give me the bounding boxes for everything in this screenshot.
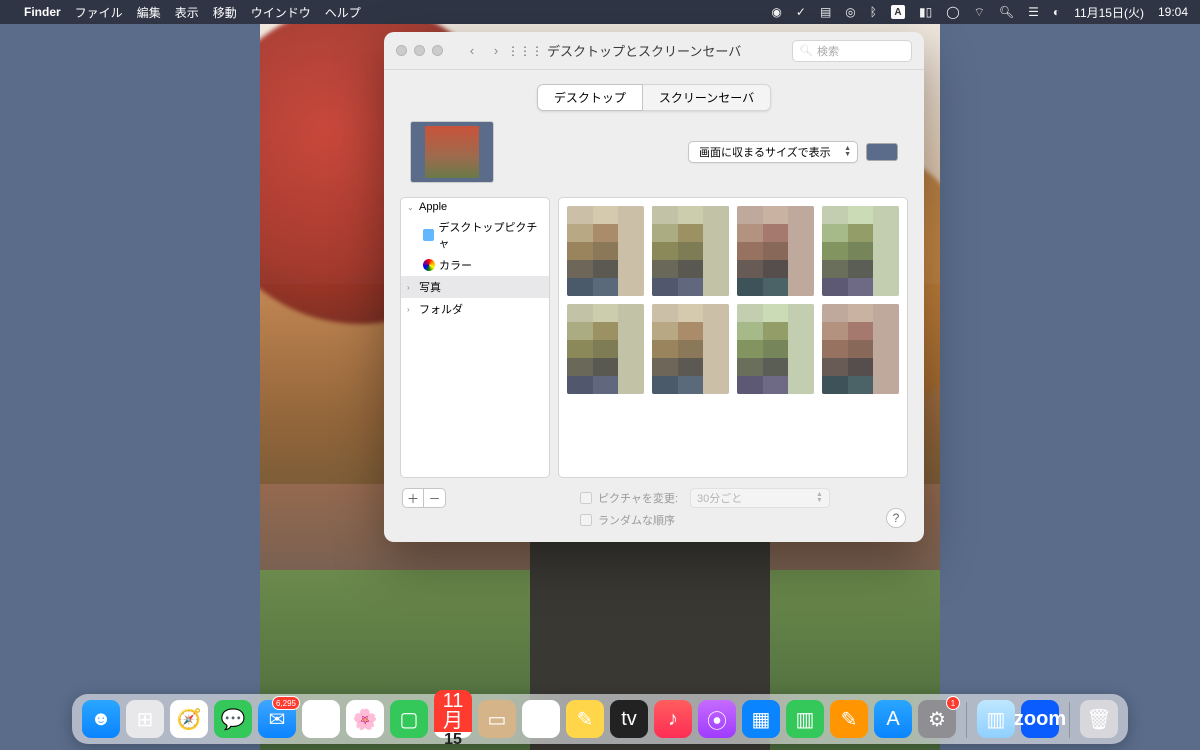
dock-safari[interactable]: 🧭 [170, 700, 208, 738]
dock-zoom[interactable]: zoom [1021, 700, 1059, 738]
menubar-app-name[interactable]: Finder [24, 5, 61, 19]
dock-mail[interactable]: ✉6,295 [258, 700, 296, 738]
control-center-icon[interactable]: ☰ [1028, 5, 1039, 19]
dock-facetime[interactable]: ▢ [390, 700, 428, 738]
dock-pages[interactable]: ✎ [830, 700, 868, 738]
search-placeholder: 検索 [817, 43, 839, 59]
thumbnail-3[interactable] [737, 206, 814, 296]
change-interval-select: 30分ごと ▲▼ [690, 488, 830, 508]
bluetooth-icon[interactable]: ᛒ [870, 5, 877, 19]
zoom-button[interactable] [432, 45, 443, 56]
traffic-lights [396, 45, 443, 56]
help-button[interactable]: ? [886, 508, 906, 528]
desktop-preview [410, 121, 494, 183]
random-order-checkbox [580, 514, 592, 526]
thumbnail-6[interactable] [652, 304, 729, 394]
user-icon[interactable]: ◯ [946, 5, 959, 19]
battery-icon[interactable]: ▮▯ [919, 5, 932, 19]
prefs-titlebar[interactable]: ‹ › ⋮⋮⋮ デスクトップとスクリーンセーバ 🔍︎ 検索 [384, 32, 924, 70]
tree-folders[interactable]: ›フォルダ [401, 298, 549, 320]
updown-icon: ▲▼ [844, 146, 851, 158]
folder-icon [423, 229, 434, 241]
dock-keynote[interactable]: ▦ [742, 700, 780, 738]
change-picture-checkbox[interactable] [580, 492, 592, 504]
thumbnail-8[interactable] [822, 304, 899, 394]
back-button[interactable]: ‹ [461, 41, 483, 61]
tab-screensaver[interactable]: スクリーンセーバ [643, 84, 771, 111]
thumbnail-grid [558, 197, 908, 478]
dock-calendar[interactable]: 11月15 [434, 700, 472, 738]
tabs-segment: デスクトップ スクリーンセーバ [537, 84, 771, 111]
show-all-button[interactable]: ⋮⋮⋮ [515, 41, 535, 61]
dock-tv[interactable]: tv [610, 700, 648, 738]
dock: ☻ ⊞ 🧭 💬 ✉6,295 ➤ 🌸 ▢ 11月15 ▭ ☲ ✎ tv ♪ ⦿ … [72, 694, 1128, 744]
dock-appstore[interactable]: A [874, 700, 912, 738]
input-source-icon[interactable]: A [891, 5, 905, 19]
minimize-button[interactable] [414, 45, 425, 56]
dock-podcasts[interactable]: ⦿ [698, 700, 736, 738]
tab-desktop[interactable]: デスクトップ [537, 84, 643, 111]
status-icon-2[interactable]: ✓ [796, 5, 806, 19]
menubar-time[interactable]: 19:04 [1158, 5, 1188, 19]
dock-finder[interactable]: ☻ [82, 700, 120, 738]
sysprefs-badge: 1 [946, 696, 960, 710]
dock-contacts[interactable]: ▭ [478, 700, 516, 738]
dock-notes[interactable]: ✎ [566, 700, 604, 738]
dock-music[interactable]: ♪ [654, 700, 692, 738]
menu-window[interactable]: ウインドウ [251, 4, 311, 21]
dock-separator [1069, 702, 1070, 738]
dock-messages[interactable]: 💬 [214, 700, 252, 738]
dock-numbers[interactable]: ▥ [786, 700, 824, 738]
menu-edit[interactable]: 編集 [137, 4, 161, 21]
mail-badge: 6,295 [272, 696, 300, 710]
siri-icon[interactable]: ◐ [1053, 5, 1060, 19]
dock-downloads[interactable]: ▥ [977, 700, 1015, 738]
dock-system-preferences[interactable]: ⚙1 [918, 700, 956, 738]
clipboard-icon[interactable]: ▤ [820, 5, 831, 19]
tree-colors[interactable]: カラー [401, 254, 549, 276]
thumbnail-1[interactable] [567, 206, 644, 296]
change-picture-label: ピクチャを変更: [598, 490, 678, 506]
airplay-icon[interactable]: ◎ [845, 5, 855, 19]
add-source-button[interactable]: ＋ [402, 488, 424, 508]
remove-source-button[interactable]: － [424, 488, 446, 508]
status-icon-1[interactable]: ◉ [771, 5, 781, 19]
search-field[interactable]: 🔍︎ 検索 [792, 40, 912, 62]
spotlight-icon[interactable]: 🔍︎ [999, 5, 1014, 19]
dock-separator [966, 702, 967, 738]
tree-photos[interactable]: ›写真 [401, 276, 549, 298]
dock-maps[interactable]: ➤ [302, 700, 340, 738]
source-tree: ⌄Apple デスクトップピクチャ カラー ›写真 ›フォルダ [400, 197, 550, 478]
menu-help[interactable]: ヘルプ [325, 4, 361, 21]
menu-bar: Finder ファイル 編集 表示 移動 ウインドウ ヘルプ ◉ ✓ ▤ ◎ ᛒ… [0, 0, 1200, 24]
menu-go[interactable]: 移動 [213, 4, 237, 21]
forward-button[interactable]: › [485, 41, 507, 61]
fill-color-swatch[interactable] [866, 143, 898, 161]
wifi-icon[interactable]: ⌔ [974, 5, 985, 20]
dock-photos[interactable]: 🌸 [346, 700, 384, 738]
prefs-window: ‹ › ⋮⋮⋮ デスクトップとスクリーンセーバ 🔍︎ 検索 デスクトップ スクリ… [384, 32, 924, 542]
menu-file[interactable]: ファイル [75, 4, 123, 21]
updown-icon: ▲▼ [816, 492, 823, 504]
dock-reminders[interactable]: ☲ [522, 700, 560, 738]
fit-mode-select[interactable]: 画面に収まるサイズで表示 ▲▼ [688, 141, 858, 163]
search-icon: 🔍︎ [799, 44, 813, 57]
close-button[interactable] [396, 45, 407, 56]
random-order-label: ランダムな順序 [598, 512, 675, 528]
thumbnail-2[interactable] [652, 206, 729, 296]
tree-desktop-pictures[interactable]: デスクトップピクチャ [401, 216, 549, 254]
fit-mode-label: 画面に収まるサイズで表示 [699, 144, 831, 160]
color-icon [423, 259, 435, 271]
tree-apple[interactable]: ⌄Apple [401, 198, 549, 216]
menubar-date[interactable]: 11月15日(火) [1074, 4, 1144, 21]
window-title: デスクトップとスクリーンセーバ [547, 41, 741, 60]
dock-launchpad[interactable]: ⊞ [126, 700, 164, 738]
thumbnail-7[interactable] [737, 304, 814, 394]
menu-view[interactable]: 表示 [175, 4, 199, 21]
thumbnail-4[interactable] [822, 206, 899, 296]
thumbnail-5[interactable] [567, 304, 644, 394]
dock-trash[interactable]: 🗑 [1080, 700, 1118, 738]
